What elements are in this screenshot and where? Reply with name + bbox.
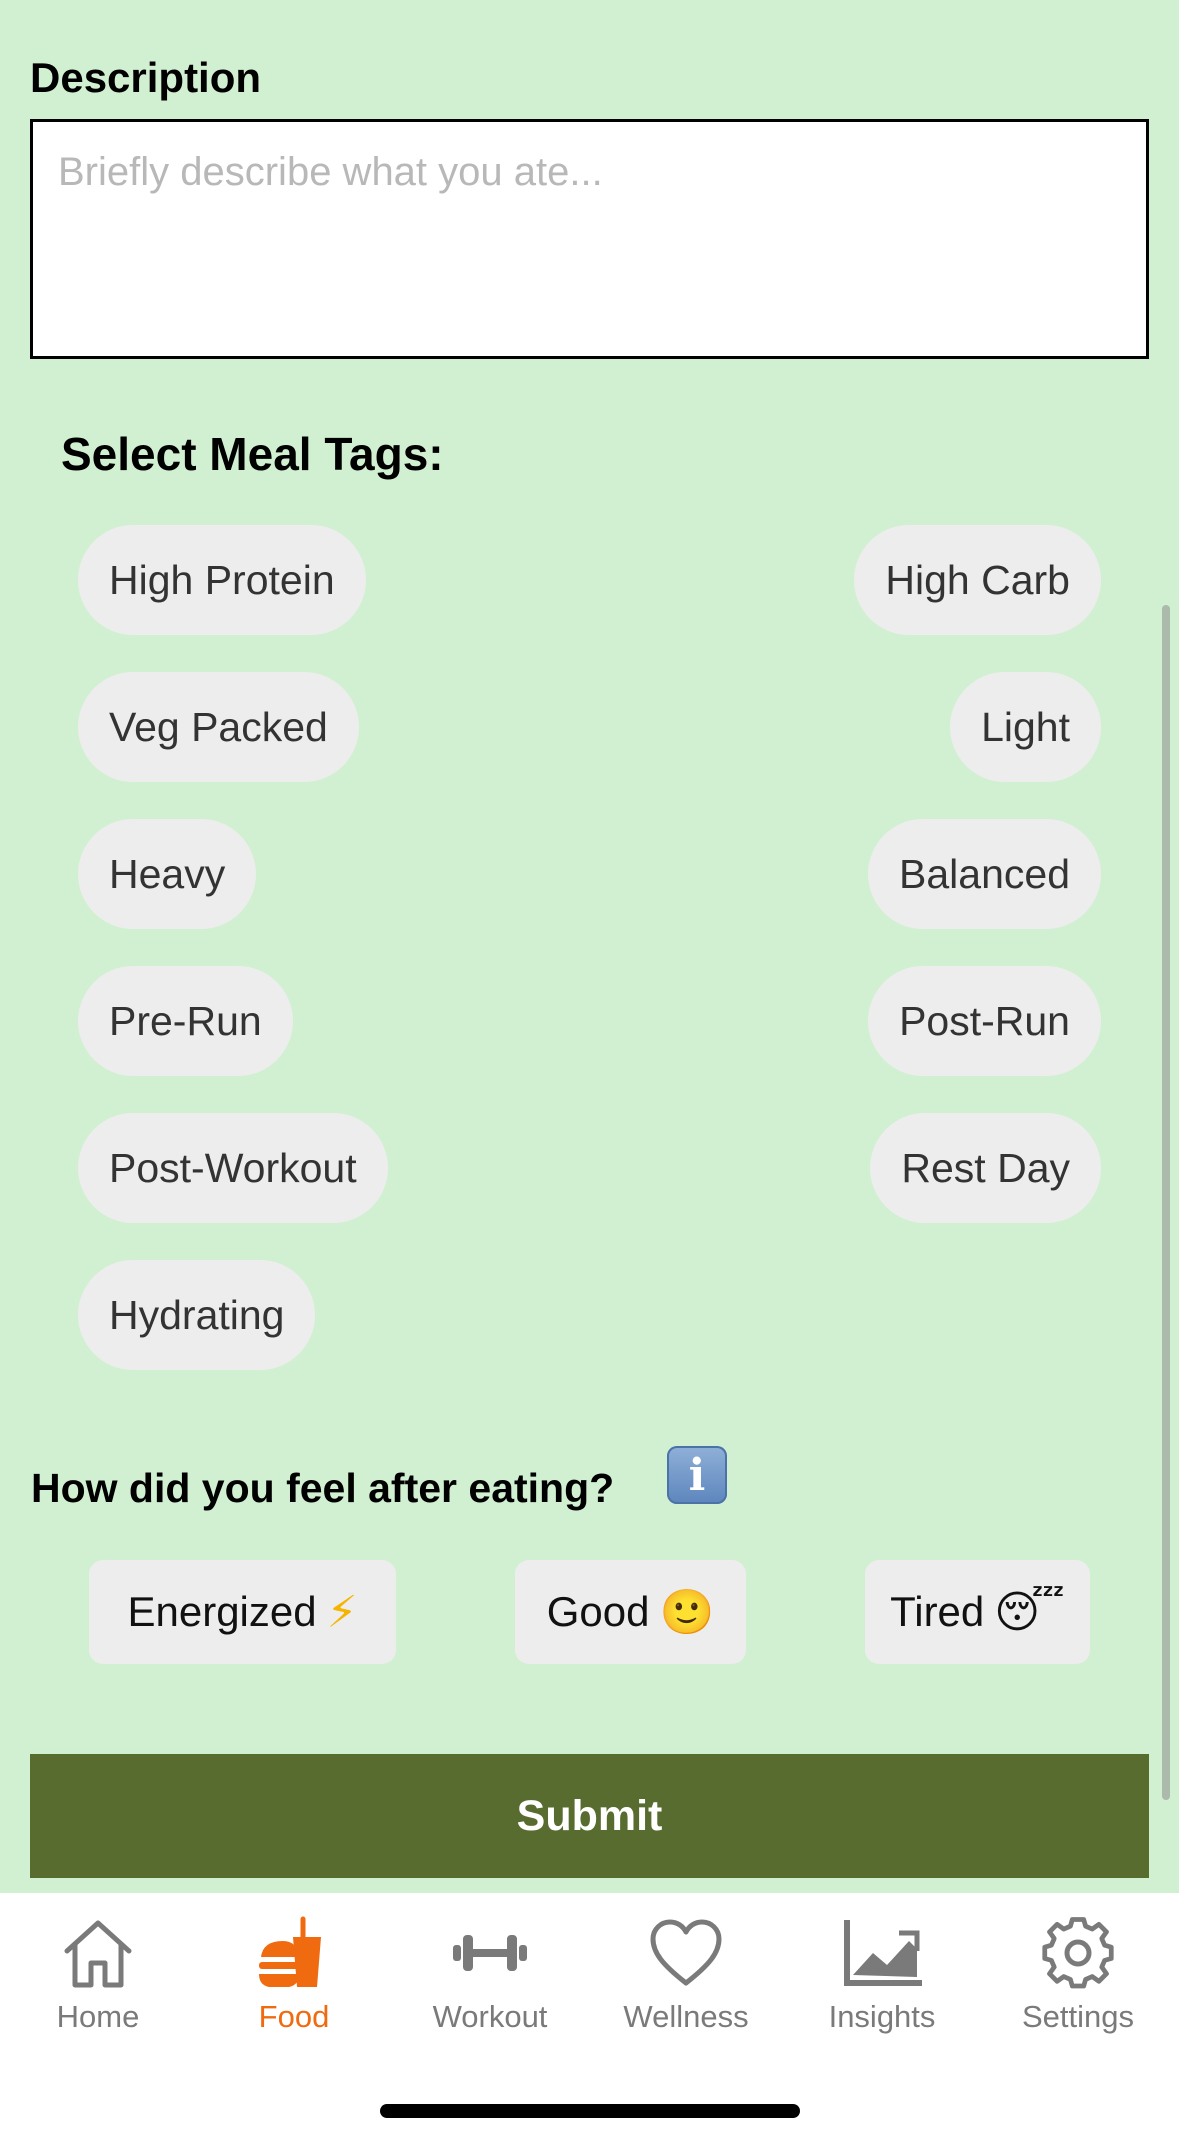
tag-veg-packed[interactable]: Veg Packed <box>78 672 359 782</box>
tag-post-workout[interactable]: Post-Workout <box>78 1113 388 1223</box>
info-icon[interactable]: i <box>667 1446 727 1504</box>
tag-high-carb[interactable]: High Carb <box>854 525 1101 635</box>
smile-icon: 🙂 <box>659 1588 715 1637</box>
tab-food[interactable]: Food <box>196 1915 392 2045</box>
tab-wellness[interactable]: Wellness <box>588 1915 784 2045</box>
feeling-good-button[interactable]: Good 🙂 <box>515 1560 746 1664</box>
sleepy-icon: 😴 <box>994 1587 1065 1637</box>
description-input[interactable]: Briefly describe what you ate... <box>30 119 1149 359</box>
scrollbar[interactable] <box>1162 605 1170 1800</box>
feeling-energized-button[interactable]: Energized ⚡ <box>89 1560 396 1664</box>
home-indicator <box>380 2104 800 2118</box>
feeling-option-label: Good <box>546 1588 650 1635</box>
tag-hydrating[interactable]: Hydrating <box>78 1260 316 1370</box>
tab-label: Food <box>258 1999 330 2034</box>
tag-post-run[interactable]: Post-Run <box>868 966 1101 1076</box>
tab-label: Home <box>56 1999 140 2034</box>
food-icon <box>259 1916 321 1987</box>
meal-tags-label: Select Meal Tags: <box>61 428 444 480</box>
tab-bar: Home Food Workout Wellness Insights Sett… <box>0 1893 1179 2143</box>
home-icon <box>64 1920 132 1988</box>
tag-rest-day[interactable]: Rest Day <box>870 1113 1101 1223</box>
tag-balanced[interactable]: Balanced <box>868 819 1101 929</box>
tab-settings[interactable]: Settings <box>980 1915 1176 2045</box>
tab-label: Wellness <box>623 1999 749 2034</box>
lightning-icon: ⚡ <box>326 1587 358 1637</box>
feeling-tired-button[interactable]: Tired 😴 <box>865 1560 1090 1664</box>
chart-icon <box>844 1920 922 1986</box>
tag-pre-run[interactable]: Pre-Run <box>78 966 293 1076</box>
tab-workout[interactable]: Workout <box>392 1915 588 2045</box>
tab-insights[interactable]: Insights <box>784 1915 980 2045</box>
description-label: Description <box>30 54 262 101</box>
gear-icon <box>1042 1917 1114 1989</box>
tab-label: Workout <box>432 1999 548 2034</box>
tab-label: Settings <box>1021 1999 1134 2034</box>
tag-light[interactable]: Light <box>950 672 1101 782</box>
feeling-option-label: Tired <box>890 1588 985 1635</box>
tab-home[interactable]: Home <box>0 1915 196 2045</box>
description-placeholder: Briefly describe what you ate... <box>58 150 603 194</box>
tag-heavy[interactable]: Heavy <box>78 819 257 929</box>
dumbbell-icon <box>453 1935 527 1971</box>
feeling-option-label: Energized <box>127 1588 317 1635</box>
feeling-label: How did you feel after eating? <box>31 1465 615 1511</box>
tab-label: Insights <box>828 1999 936 2034</box>
submit-button[interactable]: Submit <box>30 1754 1149 1878</box>
heart-icon <box>650 1919 722 1986</box>
tag-high-protein[interactable]: High Protein <box>78 525 366 635</box>
